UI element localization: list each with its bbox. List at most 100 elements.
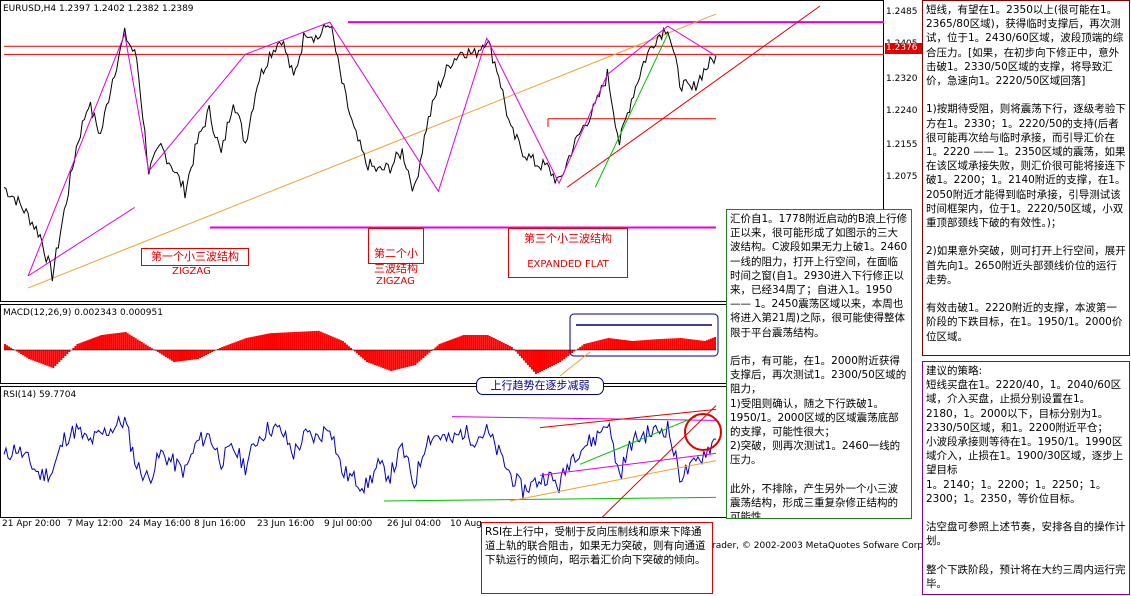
macd-bar <box>468 335 471 350</box>
macd-bar <box>609 338 612 350</box>
macd-bar <box>22 350 25 356</box>
macd-bar <box>621 339 624 350</box>
macd-bar <box>251 336 254 350</box>
macd-bar <box>293 332 296 350</box>
macd-bar <box>166 350 169 359</box>
macd-bar <box>229 344 232 350</box>
macd-bar <box>526 350 529 365</box>
macd-bar <box>446 341 449 350</box>
macd-bar <box>168 350 171 360</box>
macd-bar <box>58 350 61 362</box>
macd-bar <box>315 330 318 350</box>
macd-bar <box>474 335 477 350</box>
macd-bar <box>532 350 535 372</box>
macd-bar <box>376 350 379 366</box>
macd-bar <box>615 339 618 350</box>
macd-bar <box>639 340 642 350</box>
macd-bar <box>362 350 365 359</box>
macd-bar <box>20 350 23 354</box>
macd-bar <box>303 331 306 350</box>
macd-bar <box>581 345 584 350</box>
macd-bar <box>249 337 252 350</box>
macd-bar <box>601 339 604 350</box>
macd-bar <box>203 350 206 356</box>
macd-bar <box>370 350 373 364</box>
macd-bar <box>146 345 149 350</box>
macd-bar <box>68 350 71 352</box>
macd-bar <box>404 350 407 368</box>
macd-bar <box>118 332 121 350</box>
macd-bar <box>231 343 234 350</box>
macd-bar <box>681 338 684 350</box>
macd-bar <box>114 333 117 350</box>
macd-bar <box>408 350 411 367</box>
note-top-right-text: 短线，有望在1。2350以上(很可能在1。2365/80区域)，获得临时支撑后，… <box>926 4 1126 343</box>
macd-bar <box>637 340 640 350</box>
macd-bar <box>40 350 43 364</box>
macd-bar <box>382 350 385 368</box>
macd-bar <box>355 350 358 354</box>
macd-bar <box>695 340 698 350</box>
macd-bar <box>287 332 290 350</box>
macd-bar <box>412 350 415 366</box>
macd-bar <box>414 350 417 365</box>
macd-bar <box>593 341 596 350</box>
macd-bar <box>156 350 159 352</box>
macd-bar <box>273 333 276 350</box>
green-wave-line <box>594 33 669 188</box>
macd-bar <box>486 335 489 350</box>
macd-bar <box>374 350 377 365</box>
macd-bar <box>144 344 147 350</box>
macd-bar <box>545 350 548 369</box>
macd-bar <box>329 335 332 350</box>
macd-bar <box>488 336 491 350</box>
macd-bar <box>653 339 656 350</box>
macd-bar <box>659 339 662 350</box>
macd-bar <box>291 332 294 350</box>
macd-bar <box>60 350 63 360</box>
macd-bar <box>108 334 111 350</box>
macd-bar <box>705 340 708 350</box>
rsi-line <box>3 415 716 499</box>
macd-bar <box>100 335 103 350</box>
macd-bar <box>611 338 614 350</box>
macd-bar <box>4 344 6 350</box>
macd-bar <box>679 338 682 350</box>
macd-bar <box>339 340 342 350</box>
macd-bar <box>279 332 282 350</box>
macd-bar <box>275 332 278 350</box>
macd-bar <box>661 338 664 350</box>
macd-bar <box>559 350 562 362</box>
macd-bar <box>209 350 212 353</box>
note-bottom-red: RSI在上行中，受制于反向压制线和原来下降通道上轨的联合阻击，如果无力突破，则有… <box>481 522 713 594</box>
macd-bar <box>257 335 260 350</box>
date-tick-label: 10 Aug <box>450 519 482 529</box>
macd-bar <box>565 350 568 358</box>
macd-bar <box>138 340 141 350</box>
macd-bar <box>82 341 85 350</box>
macd-bar <box>174 350 177 362</box>
macd-bar <box>589 342 592 350</box>
macd-bar <box>170 350 173 361</box>
note-middle-text: 汇价自1。1778附近启动的B浪上行修正以来，很可能形成了如图示的三大波结构。C… <box>730 213 908 519</box>
macd-bar <box>454 338 457 350</box>
macd-bar <box>28 350 31 359</box>
macd-bar <box>553 350 556 365</box>
macd-bar <box>235 341 238 350</box>
macd-bar <box>691 339 694 350</box>
macd-bar <box>384 350 387 369</box>
macd-bar <box>669 338 672 350</box>
macd-bar <box>462 335 465 350</box>
macd-bar <box>386 350 389 370</box>
macd-bar <box>84 341 87 350</box>
macd-bar <box>703 341 706 350</box>
macd-bar <box>259 335 262 350</box>
macd-bar <box>187 350 190 361</box>
macd-bar <box>591 342 594 350</box>
macd-bar <box>605 338 608 350</box>
macd-bar <box>440 343 443 350</box>
macd-bar <box>396 350 399 370</box>
macd-bar <box>172 350 175 362</box>
date-tick-label: 8 Jun 16:00 <box>194 519 246 529</box>
macd-bar <box>54 350 57 366</box>
